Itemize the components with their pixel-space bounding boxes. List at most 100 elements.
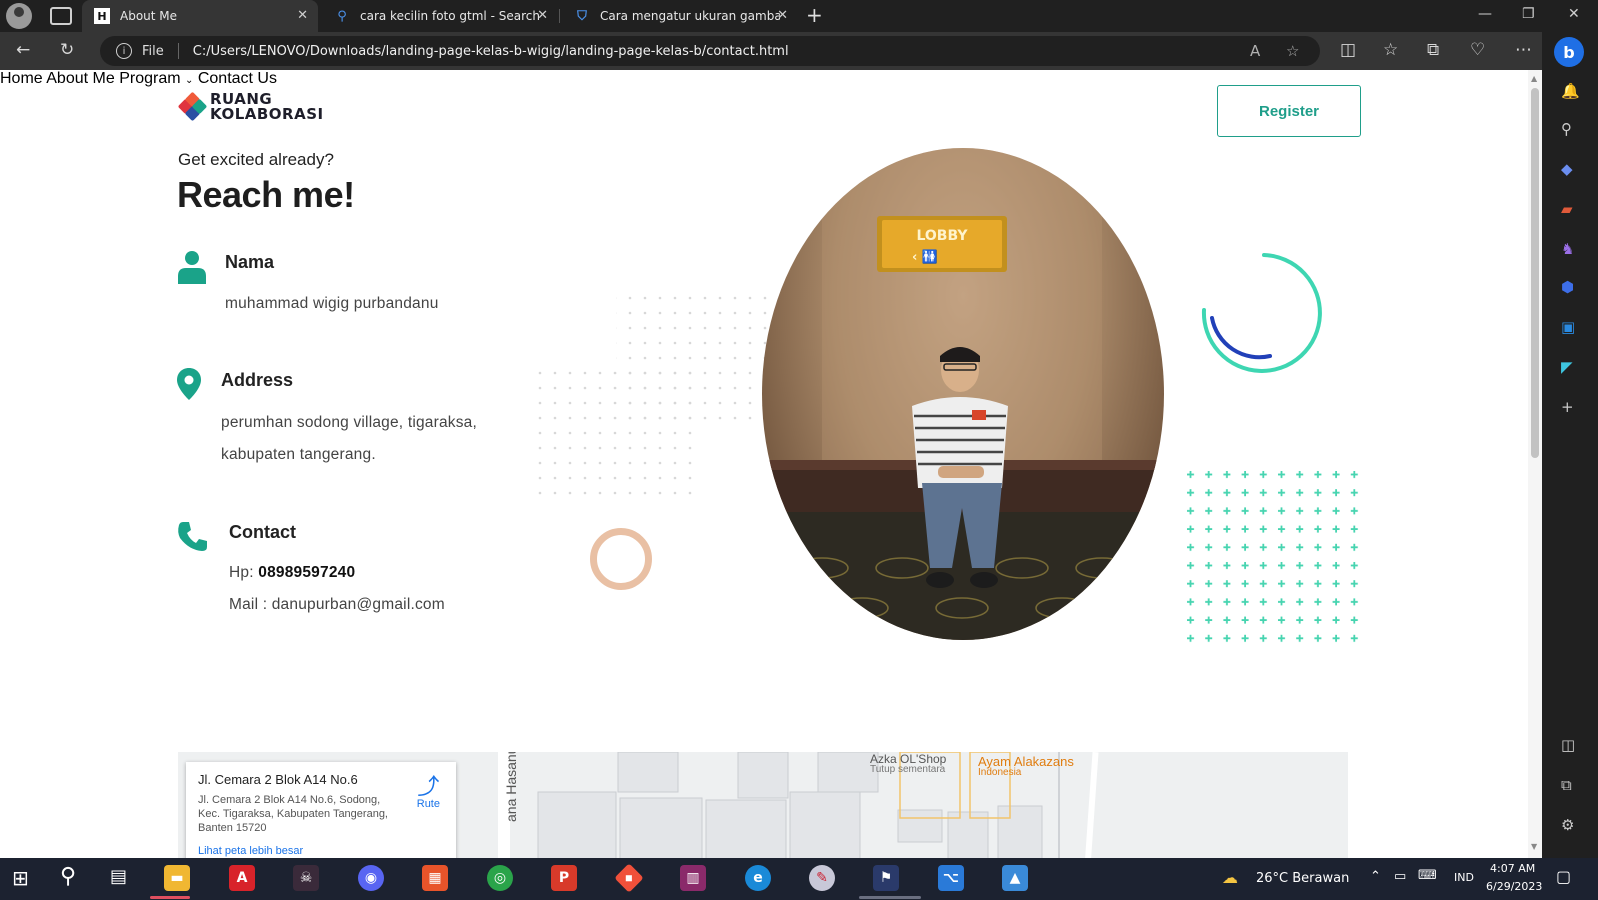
close-window-icon[interactable]: ✕ xyxy=(1568,6,1580,22)
name-value: muhammad wigig purbandanu xyxy=(225,295,439,312)
winrar-icon[interactable]: ▥ xyxy=(680,865,706,891)
tools-icon[interactable]: ▰ xyxy=(1561,200,1573,218)
directions-button[interactable]: ⤴ Rute xyxy=(416,776,440,811)
profile-avatar-icon[interactable] xyxy=(6,3,32,29)
vscode-icon[interactable]: ⌥ xyxy=(938,865,964,891)
new-tab-icon[interactable]: + xyxy=(806,3,823,27)
chevron-up-icon[interactable]: ⌃ xyxy=(1370,869,1381,884)
address-bar[interactable]: i File C:/Users/LENOVO/Downloads/landing… xyxy=(100,36,1320,66)
tab-article[interactable]: ⛉ Cara mengatur ukuran gambar d ✕ xyxy=(562,0,798,32)
battery-icon[interactable]: ▭ xyxy=(1394,869,1406,884)
eyebrow-text: Get excited already? xyxy=(178,150,334,169)
drop-icon[interactable]: ◤ xyxy=(1561,358,1573,376)
chrome-icon[interactable]: ◎ xyxy=(487,865,513,891)
bell-icon[interactable]: 🔔 xyxy=(1561,82,1580,100)
url-text[interactable]: C:/Users/LENOVO/Downloads/landing-page-k… xyxy=(193,44,789,59)
nav-program[interactable]: Program ⌄ xyxy=(119,70,193,87)
acrobat-icon[interactable]: A xyxy=(229,865,255,891)
tab-title: Cara mengatur ukuran gambar d xyxy=(600,9,780,23)
close-tab-icon[interactable]: ✕ xyxy=(777,8,788,23)
tab-title: About Me xyxy=(120,9,178,23)
tab-actions-icon[interactable] xyxy=(50,7,72,25)
keyboard-icon[interactable]: ⌨ xyxy=(1418,868,1437,883)
close-tab-icon[interactable]: ✕ xyxy=(297,8,308,23)
search-icon[interactable]: ⚲ xyxy=(60,864,76,889)
place-title: Jl. Cemara 2 Blok A14 No.6 xyxy=(198,772,358,787)
poi-azka[interactable]: Azka OL'Shop Tutup sementara xyxy=(870,752,946,775)
nav-home[interactable]: Home xyxy=(0,70,43,87)
git-icon[interactable]: ◆ xyxy=(614,863,644,893)
clock-date[interactable]: 6/29/2023 xyxy=(1486,880,1542,893)
location-pin-icon xyxy=(177,368,201,400)
favorites-icon[interactable]: ☆ xyxy=(1383,40,1398,60)
close-tab-icon[interactable]: ✕ xyxy=(537,8,548,23)
edge-icon[interactable]: e xyxy=(745,865,771,891)
microsoft-365-icon[interactable]: ⬢ xyxy=(1561,278,1574,296)
weather-text[interactable]: 26°C Berawan xyxy=(1256,871,1349,886)
chevron-down-icon: ⌄ xyxy=(185,75,194,86)
more-menu-icon[interactable]: ⋯ xyxy=(1515,40,1532,60)
mail-line[interactable]: Mail : danupurban@gmail.com xyxy=(229,596,445,614)
scroll-up-icon[interactable]: ▲ xyxy=(1531,74,1537,83)
tab-about-me[interactable]: H About Me ✕ xyxy=(82,0,318,32)
weather-icon[interactable]: ☁ xyxy=(1222,868,1238,887)
bing-chat-icon[interactable]: b xyxy=(1554,37,1584,67)
games-icon[interactable]: ♞ xyxy=(1561,240,1574,258)
active-app-icon[interactable]: ⚑ xyxy=(873,865,899,891)
presentation-app-icon[interactable]: ▦ xyxy=(422,865,448,891)
poi-ayam[interactable]: Ayam Alakazans Indonesia xyxy=(978,754,1074,778)
site-logo[interactable]: RUANG KOLABORASI xyxy=(177,92,324,122)
register-button[interactable]: Register xyxy=(1217,85,1361,137)
page-viewport: RUANG KOLABORASI Home About Me Program ⌄… xyxy=(0,70,1528,858)
shopping-tag-icon[interactable]: ◆ xyxy=(1561,160,1573,178)
outlook-icon[interactable]: ▣ xyxy=(1561,318,1575,336)
game-app-icon[interactable]: ☠ xyxy=(293,865,319,891)
notifications-icon[interactable]: ▢ xyxy=(1556,867,1571,886)
favorite-star-icon[interactable]: ☆ xyxy=(1286,42,1299,60)
language-indicator[interactable]: IND xyxy=(1454,871,1474,884)
file-explorer-icon[interactable]: ▬ xyxy=(164,865,190,891)
decorative-ring xyxy=(590,528,652,590)
site-favicon-icon: H xyxy=(94,8,110,24)
windows-start-icon[interactable]: ⊞ xyxy=(12,866,29,890)
nav-about[interactable]: About Me xyxy=(46,70,114,87)
map-embed[interactable]: Azka OL'Shop Tutup sementara Ayam Alakaza… xyxy=(178,752,1348,858)
nav-program-label: Program xyxy=(119,70,181,87)
search-icon[interactable]: ⚲ xyxy=(1561,120,1572,138)
paint-app-icon[interactable]: ✎ xyxy=(809,865,835,891)
collections-icon[interactable]: ⧉ xyxy=(1427,40,1439,60)
pdf-app-icon[interactable]: P xyxy=(551,865,577,891)
windows-taskbar: ⊞ ⚲ ▤ ▬ A ☠ ◉ ▦ ◎ P ◆ ▥ e ✎ ⚑ ⌥ ▲ ☁ 26°C… xyxy=(0,858,1598,900)
back-icon[interactable]: ← xyxy=(16,40,30,60)
info-icon[interactable]: i xyxy=(116,43,132,59)
settings-gear-icon[interactable]: ⚙ xyxy=(1561,816,1574,834)
split-screen-icon[interactable]: ◫ xyxy=(1340,40,1356,60)
add-sidebar-icon[interactable]: + xyxy=(1561,398,1574,416)
open-external-icon[interactable]: ⧉ xyxy=(1561,776,1572,794)
browser-essentials-icon[interactable]: ♡ xyxy=(1470,40,1485,60)
edge-sidebar: b 🔔 ⚲ ◆ ▰ ♞ ⬢ ▣ ◤ + ◫ ⧉ ⚙ xyxy=(1542,32,1598,858)
refresh-icon[interactable]: ↻ xyxy=(60,40,74,60)
nav-contact[interactable]: Contact Us xyxy=(198,70,277,87)
read-aloud-icon[interactable]: A xyxy=(1250,42,1260,60)
clock-time[interactable]: 4:07 AM xyxy=(1490,862,1535,875)
task-view-icon[interactable]: ▤ xyxy=(110,866,127,887)
minimize-icon[interactable]: — xyxy=(1478,6,1492,22)
place-address: Jl. Cemara 2 Blok A14 No.6, Sodong, Kec.… xyxy=(198,794,388,834)
divider xyxy=(177,43,179,59)
restore-icon[interactable]: ❐ xyxy=(1522,6,1535,22)
profile-photo: LOBBY ‹ 🚻 xyxy=(762,148,1164,640)
contact-label: Contact xyxy=(229,522,296,542)
name-label: Nama xyxy=(225,252,275,272)
discord-icon[interactable]: ◉ xyxy=(358,865,384,891)
scrollbar-thumb[interactable] xyxy=(1531,88,1539,458)
sidebar-layout-icon[interactable]: ◫ xyxy=(1561,736,1575,754)
tab-search[interactable]: ⚲ cara kecilin foto gtml - Search ✕ xyxy=(322,0,558,32)
directions-label: Rute xyxy=(416,798,440,810)
phone-number[interactable]: 08989597240 xyxy=(258,564,355,581)
map-place-card: Jl. Cemara 2 Blok A14 No.6 Jl. Cemara 2 … xyxy=(186,762,456,858)
scroll-down-icon[interactable]: ▼ xyxy=(1531,842,1537,851)
larger-map-link[interactable]: Lihat peta lebih besar xyxy=(198,845,444,857)
page-scrollbar[interactable]: ▲ ▼ xyxy=(1528,70,1542,858)
photos-icon[interactable]: ▲ xyxy=(1002,865,1028,891)
